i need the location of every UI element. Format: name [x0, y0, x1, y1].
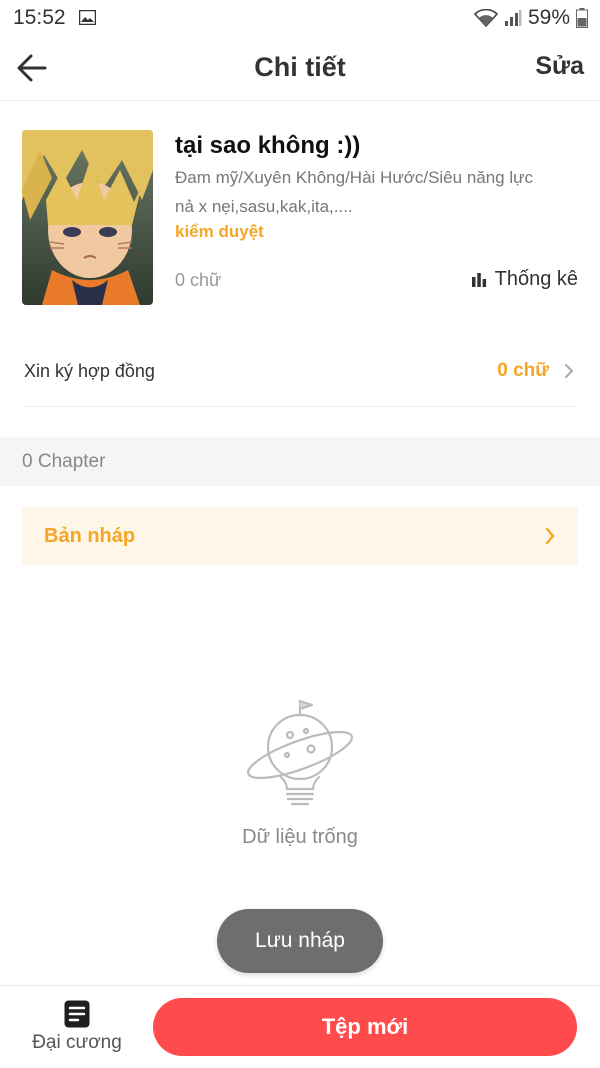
page-title: Chi tiết [254, 52, 346, 82]
status-time: 15:52 [13, 6, 66, 29]
chapter-count: 0 Chapter [22, 451, 106, 472]
chevron-right-icon [545, 527, 555, 545]
bar-chart-icon [471, 272, 486, 287]
status-badge: kiểm duyệt [175, 222, 264, 241]
book-genres: Đam mỹ/Xuyên Không/Hài Hước/Siêu năng lự… [175, 168, 534, 187]
contract-label: Xin ký hợp đồng [24, 361, 155, 381]
chevron-right-icon [565, 364, 573, 378]
word-count: 0 chữ [175, 270, 222, 290]
stats-button[interactable]: Thống kê [471, 268, 578, 291]
chapter-section-header: 0 Chapter [0, 437, 600, 486]
book-title: tại sao không :)) [175, 132, 361, 159]
empty-lightbulb-planet-icon [246, 699, 354, 806]
save-draft-button[interactable]: Lưu nháp [217, 909, 383, 973]
drafts-row[interactable]: Bản nháp [22, 507, 578, 565]
edit-button[interactable]: Sửa [535, 52, 584, 81]
drafts-label: Bản nháp [44, 525, 136, 547]
book-cover[interactable] [22, 130, 153, 305]
header: Chi tiết Sửa [0, 36, 600, 101]
outline-label: Đại cương [32, 1032, 122, 1053]
wifi-icon [473, 9, 498, 27]
stats-label: Thống kê [494, 268, 578, 290]
contract-row[interactable]: Xin ký hợp đồng 0 chữ [22, 340, 577, 407]
image-icon [79, 10, 96, 25]
signal-icon [504, 10, 522, 26]
bottom-bar: Đại cương Tệp mới [0, 985, 600, 1068]
status-bar: 15:52 59% [0, 0, 600, 36]
outline-button[interactable]: Đại cương [22, 996, 132, 1058]
battery-percent: 59% [527, 6, 570, 29]
document-icon [64, 1000, 90, 1028]
book-description: nả x nẹi,sasu,kak,ita,.... [175, 197, 353, 216]
contract-value: 0 chữ [497, 360, 549, 381]
battery-icon [576, 8, 588, 28]
empty-state-text: Dữ liệu trống [242, 826, 358, 848]
new-file-button[interactable]: Tệp mới [153, 998, 577, 1056]
